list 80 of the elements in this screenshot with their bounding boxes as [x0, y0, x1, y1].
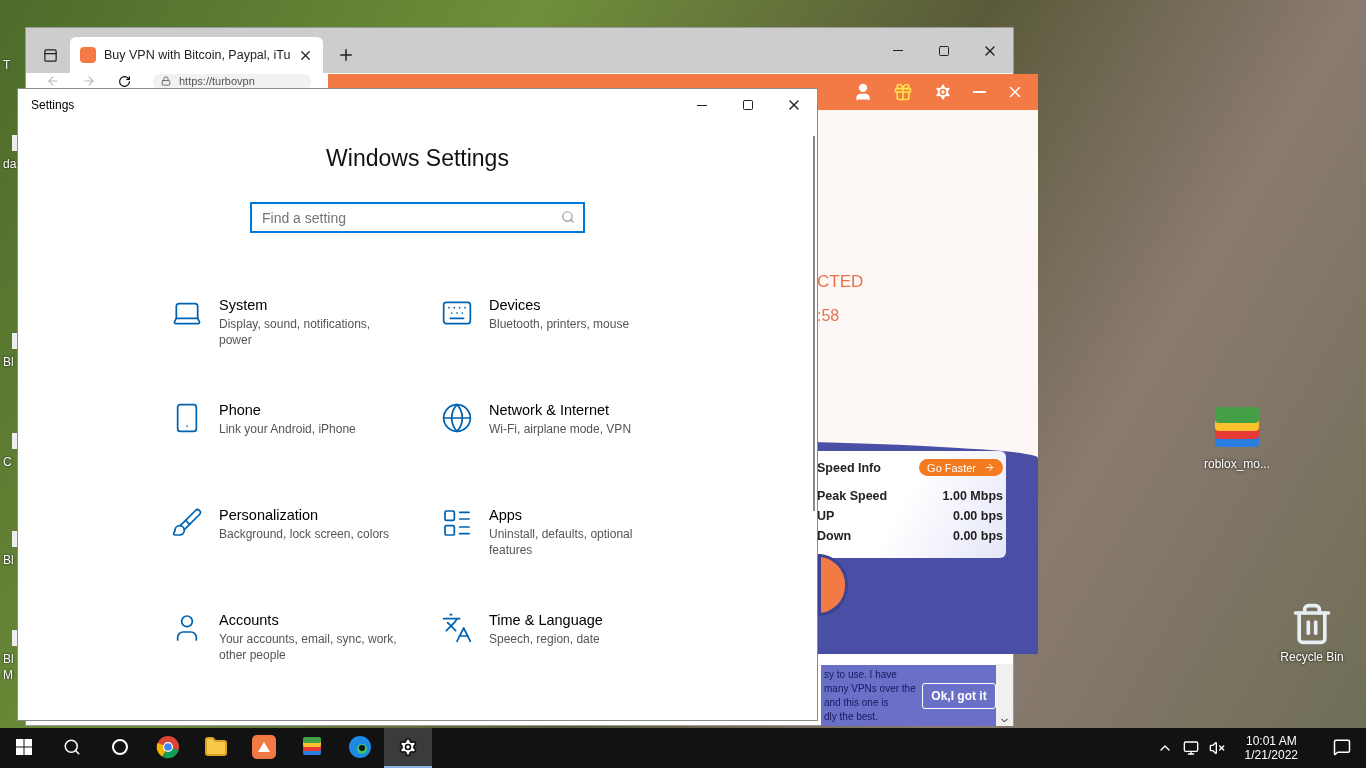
connection-timer: :58 — [817, 307, 840, 325]
address-bar[interactable]: https://turbovpn — [153, 73, 311, 89]
refresh-icon[interactable] — [118, 74, 131, 88]
connection-status: CTED — [817, 272, 864, 292]
chrome-icon — [156, 735, 180, 759]
category-description: Your accounts, email, sync, work, other people — [219, 631, 398, 663]
window-title: Settings — [31, 98, 75, 112]
settings-category[interactable]: Personalization Background, lock screen, colors — [171, 507, 441, 612]
desktop-icon-label: Bl — [3, 652, 14, 666]
scrollbar[interactable] — [813, 136, 815, 511]
category-name: Time & Language — [489, 612, 604, 628]
category-name: Personalization — [219, 507, 320, 523]
settings-category[interactable]: Network & Internet Wi-Fi, airplane mode, VPN — [441, 402, 711, 507]
taskbar-app[interactable] — [384, 728, 432, 768]
review-text: sy to use. I have many VPNs over the and this one is dly the best. — [824, 667, 917, 724]
desktop-icon-label: T — [3, 58, 11, 72]
page-heading: Windows Settings — [325, 145, 510, 172]
desktop-icon-label: Recycle Bin — [1280, 650, 1344, 664]
settings-category[interactable]: Apps Uninstall, defaults, optional features — [441, 507, 711, 612]
browser-tab[interactable]: Buy VPN with Bitcoin, Paypal, iTu — [70, 37, 324, 73]
language-icon — [441, 612, 473, 644]
category-description: Speech, region, date — [489, 631, 601, 647]
arrow-right-icon — [984, 462, 995, 473]
vpn-app-icon — [252, 735, 276, 759]
settings-category[interactable]: System Display, sound, notifications, power — [171, 297, 441, 402]
settings-category[interactable]: Devices Bluetooth, printers, mouse — [441, 297, 711, 402]
category-name: System — [219, 297, 269, 313]
category-description: Wi-Fi, airplane mode, VPN — [489, 421, 633, 437]
category-description: Link your Android, iPhone — [219, 421, 357, 437]
desktop-icon-label: Bl — [3, 355, 14, 369]
category-description: Uninstall, defaults, optional features — [489, 526, 634, 558]
speed-value: 1.00 Mbps — [942, 488, 1003, 505]
category-name: Accounts — [219, 612, 280, 628]
category-name: Apps — [489, 507, 524, 523]
folder-icon — [204, 735, 228, 759]
category-description: Bluetooth, printers, mouse — [489, 316, 631, 332]
settings-icon[interactable] — [933, 82, 953, 102]
notifications-icon — [1333, 738, 1351, 756]
maximize-icon — [742, 99, 754, 111]
person-icon[interactable] — [853, 82, 873, 102]
search-icon — [561, 210, 575, 224]
desktop-icon-label: Bl — [3, 553, 14, 567]
maximize-icon — [938, 44, 950, 57]
settings-category[interactable]: Time & Language Speech, region, date — [441, 612, 711, 717]
speed-label: Peak Speed — [817, 488, 888, 505]
scrollbar[interactable] — [996, 664, 1013, 726]
settings-category[interactable]: Phone Link your Android, iPhone — [171, 402, 441, 507]
search-field[interactable]: Find a setting — [250, 202, 585, 233]
list-icon — [441, 507, 473, 539]
minimize-icon — [893, 50, 903, 51]
desktop-icon-label: C — [3, 455, 12, 469]
circle-icon — [111, 738, 129, 756]
settings-icon — [398, 737, 418, 757]
category-name: Devices — [489, 297, 542, 313]
speed-label: Down — [817, 528, 852, 545]
category-name: Phone — [219, 402, 262, 418]
settings-category[interactable]: Accounts Your accounts, email, sync, work, other people — [171, 612, 441, 717]
category-name: Network & Internet — [489, 402, 611, 418]
category-description: Display, sound, notifications, power — [219, 316, 372, 348]
desktop-icon-label: da — [3, 157, 17, 171]
tab-title: Buy VPN with Bitcoin, Paypal, iTu — [104, 48, 291, 62]
desktop-icon-label: roblox_mo... — [1204, 457, 1270, 471]
brush-icon — [171, 507, 203, 539]
globe-icon — [441, 402, 473, 434]
category-description: Background, lock screen, colors — [219, 526, 391, 542]
muted-speaker-icon[interactable] — [1208, 740, 1225, 756]
speed-value: 0.00 bps — [952, 528, 1003, 545]
minimize-icon — [697, 104, 707, 106]
clock[interactable]: 10:01 AM 1/21/2022 — [1244, 734, 1298, 762]
site-favicon — [80, 47, 96, 63]
card-title: Speed Info — [817, 460, 881, 475]
url-text: https://turbovpn — [179, 75, 255, 87]
tab-actions-icon — [42, 47, 58, 63]
lock-icon — [161, 76, 171, 86]
speed-value: 0.00 bps — [952, 508, 1003, 525]
windows-logo-icon — [16, 739, 32, 755]
speed-label: UP — [817, 508, 835, 525]
desktop-icon-label: M — [3, 668, 13, 682]
search-icon — [63, 738, 81, 756]
network-icon[interactable] — [1182, 740, 1199, 756]
